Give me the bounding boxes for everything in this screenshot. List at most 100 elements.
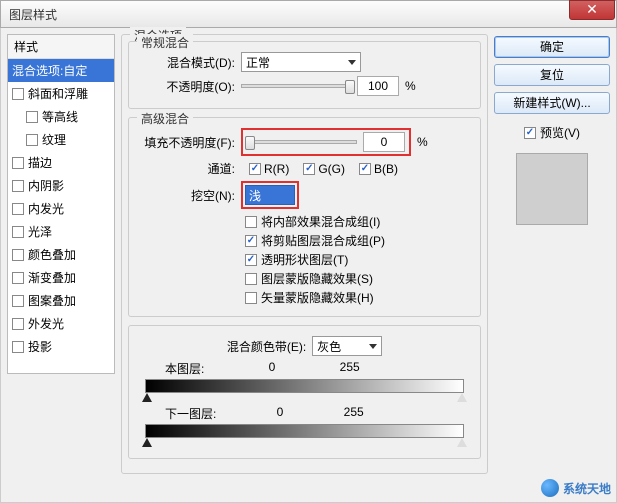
- checkbox-icon[interactable]: [12, 203, 24, 215]
- slider-thumb-icon[interactable]: [345, 80, 355, 94]
- preview-swatch: [516, 153, 588, 225]
- gradient-thumb-icon[interactable]: [457, 438, 467, 447]
- opacity-input[interactable]: 100: [357, 76, 399, 96]
- channel-r[interactable]: R(R): [249, 162, 289, 176]
- gradient-thumb-icon[interactable]: [142, 438, 152, 447]
- checkbox-icon[interactable]: [303, 163, 315, 175]
- blend-mode-label: 混合模式(D):: [135, 54, 235, 71]
- checkbox-icon[interactable]: [245, 235, 257, 247]
- range-max: 255: [340, 360, 360, 377]
- fill-opacity-slider[interactable]: [247, 140, 357, 144]
- style-item-label: 渐变叠加: [28, 269, 76, 286]
- channel-g[interactable]: G(G): [303, 162, 345, 176]
- dialog-body: 样式 混合选项:自定 斜面和浮雕 等高线 纹理 描边 内阴影 内发光 光泽 颜色…: [0, 28, 617, 503]
- cancel-button[interactable]: 复位: [494, 64, 610, 86]
- chevron-down-icon: [348, 60, 356, 65]
- channel-label-text: R(R): [264, 162, 289, 176]
- checkbox-icon[interactable]: [245, 216, 257, 228]
- style-item-label: 光泽: [28, 223, 52, 240]
- ok-button[interactable]: 确定: [494, 36, 610, 58]
- close-button[interactable]: ✕: [569, 0, 615, 20]
- range-max: 255: [344, 405, 364, 422]
- combo-value: 正常: [246, 54, 270, 71]
- blend-mode-combo[interactable]: 正常: [241, 52, 361, 72]
- style-item-label: 等高线: [42, 108, 78, 125]
- this-layer-gradient[interactable]: [145, 379, 464, 393]
- style-item[interactable]: 纹理: [8, 128, 114, 151]
- combo-value: 浅: [249, 187, 261, 204]
- checkbox-icon[interactable]: [249, 163, 261, 175]
- knockout-label: 挖空(N):: [135, 187, 235, 204]
- under-layer-gradient[interactable]: [145, 424, 464, 438]
- new-style-button[interactable]: 新建样式(W)...: [494, 92, 610, 114]
- checkbox-icon[interactable]: [12, 88, 24, 100]
- style-item[interactable]: 颜色叠加: [8, 243, 114, 266]
- style-item[interactable]: 渐变叠加: [8, 266, 114, 289]
- checkbox-icon[interactable]: [245, 273, 257, 285]
- advanced-check-group: 将内部效果混合成组(I) 将剪贴图层混合成组(P) 透明形状图层(T) 图层蒙版…: [245, 213, 474, 306]
- style-item[interactable]: 等高线: [8, 105, 114, 128]
- fill-opacity-highlight: 0: [241, 128, 411, 156]
- range-min: 0: [269, 360, 276, 377]
- globe-icon: [541, 479, 559, 497]
- checkbox-icon[interactable]: [12, 180, 24, 192]
- checkbox-icon[interactable]: [245, 292, 257, 304]
- checkbox-icon[interactable]: [12, 295, 24, 307]
- checkbox-icon[interactable]: [12, 249, 24, 261]
- titlebar: 图层样式 ✕: [0, 0, 617, 28]
- check-label: 矢量蒙版隐藏效果(H): [261, 289, 374, 306]
- style-item[interactable]: 斜面和浮雕: [8, 82, 114, 105]
- channel-label-text: B(B): [374, 162, 398, 176]
- channel-b[interactable]: B(B): [359, 162, 398, 176]
- checkbox-icon[interactable]: [12, 157, 24, 169]
- style-item[interactable]: 投影: [8, 335, 114, 358]
- gradient-thumb-icon[interactable]: [142, 393, 152, 402]
- checkbox-icon[interactable]: [12, 272, 24, 284]
- blendif-label: 混合颜色带(E):: [227, 338, 306, 355]
- gradient-thumb-icon[interactable]: [457, 393, 467, 402]
- pct-label: %: [417, 135, 433, 149]
- general-blend-fieldset: 常规混合 混合模式(D): 正常 不透明度(O): 100 %: [128, 41, 481, 109]
- check-label: 图层蒙版隐藏效果(S): [261, 270, 373, 287]
- preview-label: 预览(V): [540, 124, 580, 141]
- checkbox-icon[interactable]: [26, 111, 38, 123]
- chevron-down-icon: [369, 344, 377, 349]
- style-item-label: 纹理: [42, 131, 66, 148]
- checkbox-icon[interactable]: [12, 226, 24, 238]
- fill-opacity-label: 填充不透明度(F):: [135, 134, 235, 151]
- checkbox-icon[interactable]: [12, 341, 24, 353]
- style-item[interactable]: 光泽: [8, 220, 114, 243]
- style-item[interactable]: 描边: [8, 151, 114, 174]
- opacity-label: 不透明度(O):: [135, 78, 235, 95]
- opacity-slider[interactable]: [241, 84, 351, 88]
- window-title: 图层样式: [9, 6, 57, 23]
- knockout-combo[interactable]: 浅: [245, 185, 295, 205]
- styles-header: 样式: [8, 35, 114, 59]
- style-item[interactable]: 内阴影: [8, 174, 114, 197]
- style-item-label: 斜面和浮雕: [28, 85, 88, 102]
- range-min: 0: [277, 405, 284, 422]
- preview-toggle[interactable]: 预览(V): [494, 124, 610, 141]
- blendif-combo[interactable]: 灰色: [312, 336, 382, 356]
- channel-label: 通道:: [135, 160, 235, 177]
- style-item[interactable]: 内发光: [8, 197, 114, 220]
- style-item-label: 投影: [28, 338, 52, 355]
- channel-label-text: G(G): [318, 162, 345, 176]
- checkbox-icon[interactable]: [524, 127, 536, 139]
- style-item[interactable]: 外发光: [8, 312, 114, 335]
- check-label: 将剪贴图层混合成组(P): [261, 232, 385, 249]
- check-label: 透明形状图层(T): [261, 251, 348, 268]
- style-item[interactable]: 图案叠加: [8, 289, 114, 312]
- watermark-text: 系统天地: [563, 480, 611, 497]
- checkbox-icon[interactable]: [245, 254, 257, 266]
- slider-thumb-icon[interactable]: [245, 136, 255, 150]
- checkbox-icon[interactable]: [26, 134, 38, 146]
- checkbox-icon[interactable]: [12, 318, 24, 330]
- fill-opacity-input[interactable]: 0: [363, 132, 405, 152]
- under-layer-label: 下一图层:: [165, 405, 216, 422]
- styles-list: 样式 混合选项:自定 斜面和浮雕 等高线 纹理 描边 内阴影 内发光 光泽 颜色…: [7, 34, 115, 374]
- combo-value: 灰色: [317, 338, 341, 355]
- style-item-blend-options[interactable]: 混合选项:自定: [8, 59, 114, 82]
- checkbox-icon[interactable]: [359, 163, 371, 175]
- advanced-blend-legend: 高级混合: [137, 110, 193, 127]
